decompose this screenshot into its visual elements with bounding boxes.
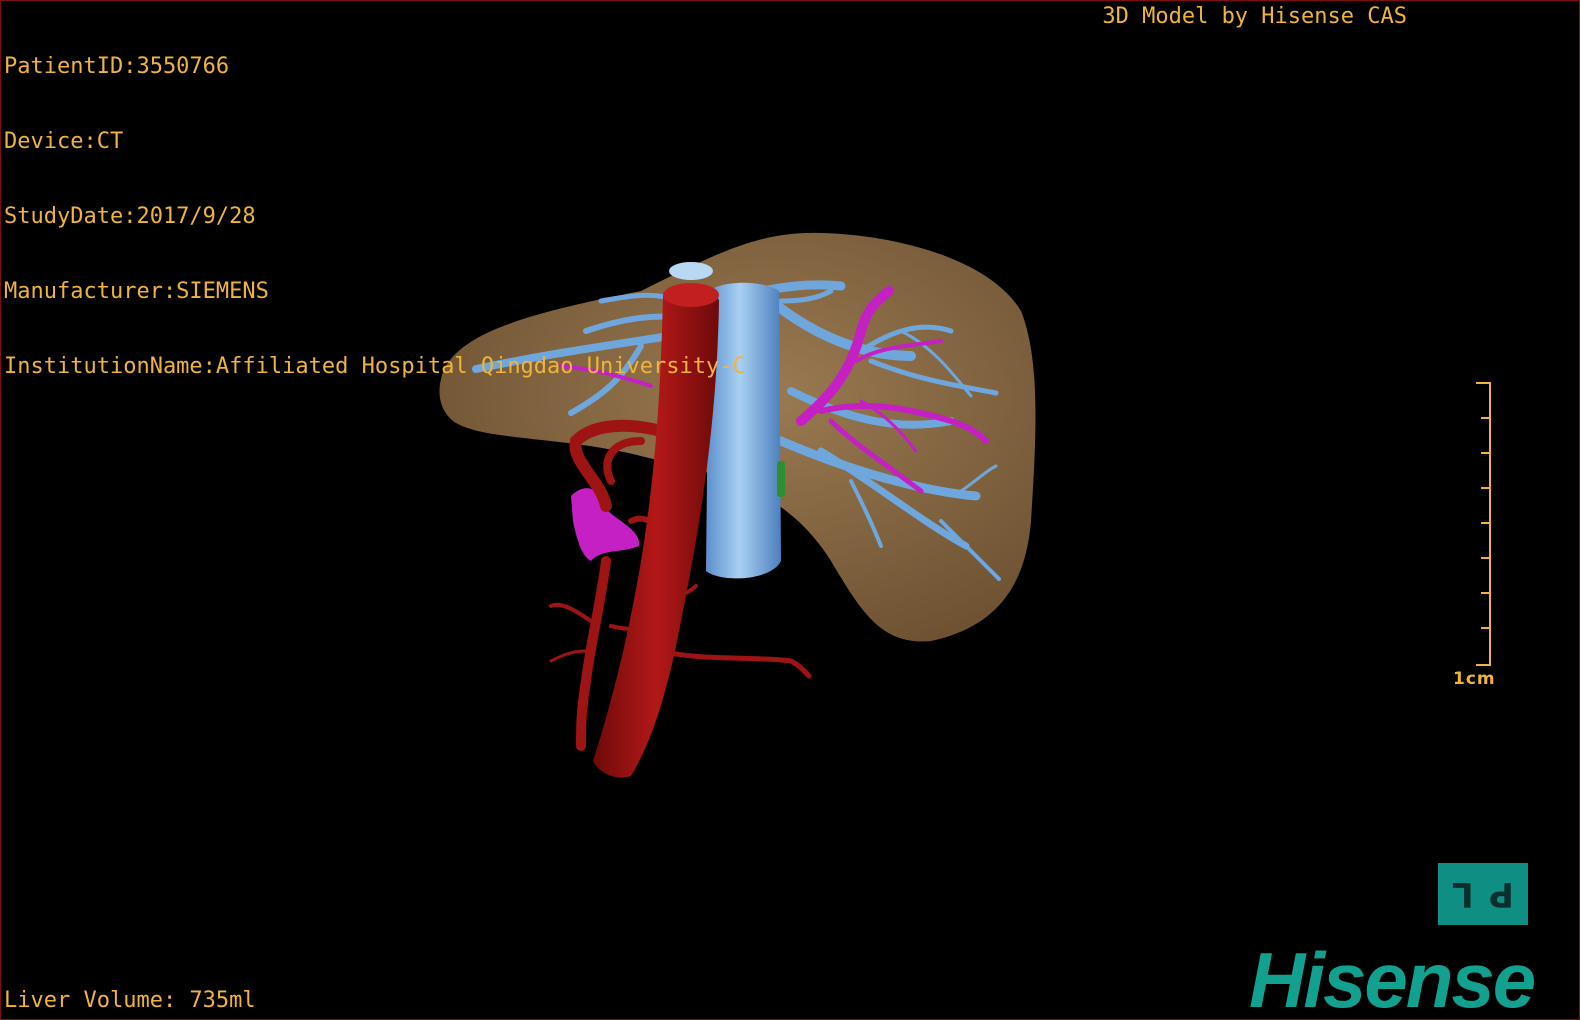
device-text: Device:CT bbox=[4, 129, 124, 154]
orientation-face-right: P bbox=[1489, 874, 1515, 914]
3d-viewport[interactable]: PatientID:3550766 Device:CT StudyDate:20… bbox=[0, 0, 1580, 1020]
dicom-info-overlay: PatientID:3550766 Device:CT StudyDate:20… bbox=[4, 4, 746, 429]
patient-id-text: PatientID:3550766 bbox=[4, 54, 230, 79]
scale-label: 1cm bbox=[1453, 669, 1496, 689]
study-date-text: StudyDate:2017/9/28 bbox=[4, 204, 256, 229]
gallbladder-fragment bbox=[777, 461, 785, 497]
hisense-logo: Hisense bbox=[1249, 936, 1536, 1020]
liver-volume-text: Liver Volume: 735ml bbox=[4, 988, 256, 1013]
model-credit-text: 3D Model by Hisense CAS bbox=[1102, 4, 1407, 29]
institution-text: InstitutionName:Affiliated Hospital Qing… bbox=[4, 354, 746, 379]
manufacturer-text: Manufacturer:SIEMENS bbox=[4, 279, 269, 304]
scale-bar bbox=[1476, 382, 1491, 666]
orientation-cube[interactable]: L P bbox=[1438, 863, 1528, 925]
orientation-face-left: L bbox=[1451, 874, 1474, 914]
